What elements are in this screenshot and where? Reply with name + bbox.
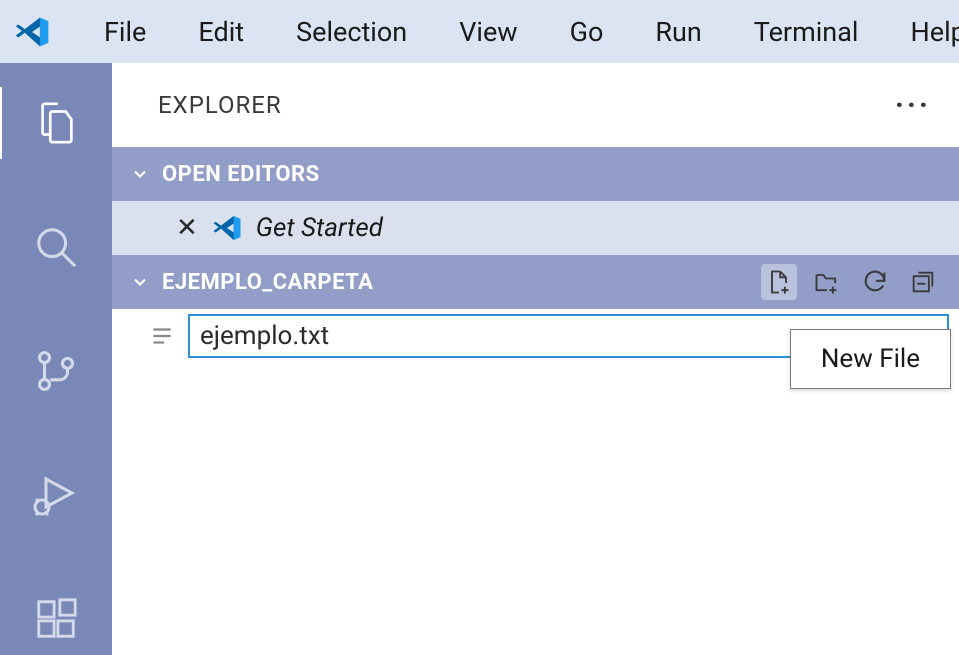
new-folder-icon[interactable] <box>809 264 845 300</box>
open-editor-item[interactable]: ✕ Get Started <box>112 201 959 255</box>
sidebar-header: EXPLORER ··· <box>112 63 959 147</box>
text-file-icon <box>148 323 176 349</box>
sidebar-more-icon[interactable]: ··· <box>895 88 931 123</box>
main-area: EXPLORER ··· OPEN EDITORS ✕ Get Started <box>0 63 959 655</box>
new-file-icon[interactable] <box>761 264 797 300</box>
menu-run[interactable]: Run <box>629 8 727 56</box>
new-file-row: New File <box>112 309 959 363</box>
chevron-down-icon <box>126 164 154 184</box>
menu-view[interactable]: View <box>433 8 543 56</box>
vscode-logo-icon <box>14 14 50 50</box>
open-editors-header[interactable]: OPEN EDITORS <box>112 147 959 201</box>
sidebar-title: EXPLORER <box>158 91 282 119</box>
search-icon[interactable] <box>0 211 112 283</box>
close-icon[interactable]: ✕ <box>176 213 198 243</box>
new-file-tooltip: New File <box>790 329 951 389</box>
menu-edit[interactable]: Edit <box>172 8 270 56</box>
run-debug-icon[interactable] <box>0 459 112 531</box>
menu-terminal[interactable]: Terminal <box>728 8 885 56</box>
folder-header-actions <box>761 264 959 300</box>
vscode-tab-icon <box>212 213 242 243</box>
explorer-sidebar: EXPLORER ··· OPEN EDITORS ✕ Get Started <box>112 63 959 655</box>
explorer-icon[interactable] <box>0 87 110 159</box>
extensions-icon[interactable] <box>0 583 112 655</box>
folder-header[interactable]: EJEMPLO_CARPETA <box>112 255 959 309</box>
source-control-icon[interactable] <box>0 335 112 407</box>
open-editor-label: Get Started <box>256 213 383 243</box>
folder-label: EJEMPLO_CARPETA <box>162 270 373 295</box>
refresh-icon[interactable] <box>857 264 893 300</box>
open-editors-label: OPEN EDITORS <box>162 162 320 187</box>
menubar: File Edit Selection View Go Run Terminal… <box>0 0 959 63</box>
menu-selection[interactable]: Selection <box>270 8 433 56</box>
collapse-all-icon[interactable] <box>905 264 941 300</box>
activity-bar <box>0 63 112 655</box>
menu-file[interactable]: File <box>78 8 172 56</box>
menu-go[interactable]: Go <box>544 8 630 56</box>
chevron-down-icon <box>126 272 154 292</box>
menu-help[interactable]: Help <box>884 8 959 56</box>
